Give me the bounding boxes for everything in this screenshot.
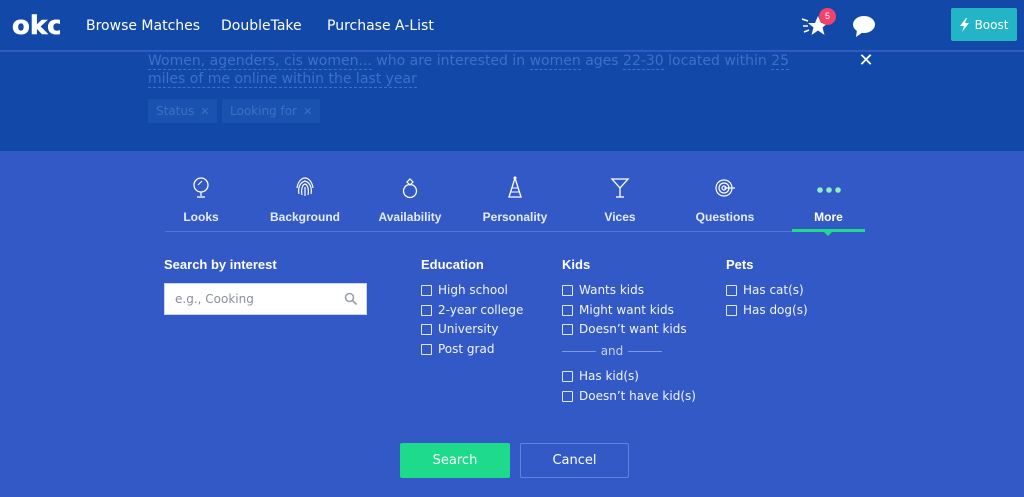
cocktail-icon bbox=[610, 178, 630, 198]
cancel-button[interactable]: Cancel bbox=[520, 443, 629, 478]
checkbox[interactable] bbox=[421, 343, 432, 355]
summary-gender[interactable]: Women, agenders, cis women... bbox=[148, 53, 372, 70]
nav-doubletake[interactable]: DoubleTake bbox=[221, 18, 302, 34]
okc-logo[interactable]: okc bbox=[12, 11, 60, 39]
pets-option[interactable]: Has cat(s) bbox=[726, 283, 804, 297]
checkbox[interactable] bbox=[562, 370, 573, 382]
interest-search-input[interactable] bbox=[165, 284, 344, 314]
kids-option[interactable]: Has kid(s) bbox=[562, 369, 639, 383]
and-divider: and bbox=[562, 344, 662, 358]
boost-label: Boost bbox=[974, 17, 1009, 32]
notification-badge: 5 bbox=[819, 8, 836, 25]
active-tab-caret bbox=[824, 232, 832, 236]
chip-looking-for[interactable]: Looking for ✕ bbox=[222, 99, 321, 123]
search-button[interactable]: Search bbox=[400, 443, 510, 478]
nav-purchase-alist[interactable]: Purchase A-List bbox=[327, 18, 434, 34]
tab-background[interactable]: Background bbox=[265, 172, 345, 232]
education-option[interactable]: 2-year college bbox=[421, 303, 523, 317]
interest-search-box bbox=[164, 283, 367, 315]
checkbox[interactable] bbox=[562, 323, 573, 335]
education-option[interactable]: University bbox=[421, 322, 499, 336]
kids-title: Kids bbox=[562, 257, 591, 272]
summary-interest[interactable]: women bbox=[529, 53, 581, 70]
education-title: Education bbox=[421, 257, 484, 272]
close-icon[interactable]: ✕ bbox=[857, 50, 875, 70]
tab-availability[interactable]: Availability bbox=[370, 172, 450, 232]
target-icon bbox=[715, 179, 735, 197]
chip-remove-icon[interactable]: ✕ bbox=[200, 105, 209, 118]
tab-questions[interactable]: Questions bbox=[685, 172, 765, 232]
svg-text:okc: okc bbox=[12, 11, 60, 39]
tab-label: Questions bbox=[695, 210, 755, 224]
tab-label: Vices bbox=[604, 210, 636, 224]
mirror-icon bbox=[193, 177, 209, 198]
search-summary-text[interactable]: Women, agenders, cis women... who are in… bbox=[148, 52, 828, 88]
search-icon[interactable] bbox=[344, 292, 358, 306]
tab-label: Availability bbox=[378, 210, 442, 224]
boost-button[interactable]: Boost bbox=[951, 8, 1017, 41]
chip-looking-label: Looking for bbox=[230, 104, 297, 118]
fingerprint-icon bbox=[296, 177, 314, 196]
ring-icon bbox=[402, 178, 418, 199]
filter-tabs: Looks Background Availability Personalit… bbox=[165, 172, 865, 236]
education-option[interactable]: Post grad bbox=[421, 342, 494, 356]
tab-more[interactable]: More bbox=[792, 172, 865, 232]
tab-looks[interactable]: Looks bbox=[165, 172, 237, 232]
checkbox[interactable] bbox=[421, 304, 432, 316]
checkbox[interactable] bbox=[726, 304, 737, 316]
education-option[interactable]: High school bbox=[421, 283, 508, 297]
kids-option[interactable]: Might want kids bbox=[562, 303, 674, 317]
chip-remove-icon[interactable]: ✕ bbox=[303, 105, 312, 118]
kids-option[interactable]: Doesn’t have kid(s) bbox=[562, 389, 696, 403]
pets-option[interactable]: Has dog(s) bbox=[726, 303, 808, 317]
interest-title: Search by interest bbox=[164, 257, 277, 272]
party-hat-icon bbox=[508, 176, 522, 198]
checkbox[interactable] bbox=[562, 390, 573, 402]
kids-option[interactable]: Doesn’t want kids bbox=[562, 322, 687, 336]
chip-status-label: Status bbox=[156, 104, 195, 118]
checkbox[interactable] bbox=[726, 284, 737, 296]
chat-bubble-icon[interactable] bbox=[852, 14, 876, 38]
nav-browse-matches[interactable]: Browse Matches bbox=[86, 18, 200, 34]
checkbox[interactable] bbox=[421, 284, 432, 296]
tab-label: Looks bbox=[183, 210, 219, 224]
divider-line bbox=[628, 351, 662, 352]
pets-title: Pets bbox=[726, 257, 754, 272]
tab-vices[interactable]: Vices bbox=[580, 172, 660, 232]
tab-label: Personality bbox=[482, 210, 548, 224]
dots-icon bbox=[816, 187, 841, 193]
checkbox[interactable] bbox=[421, 323, 432, 335]
chip-status[interactable]: Status ✕ bbox=[148, 99, 218, 123]
tab-label: More bbox=[814, 210, 843, 224]
summary-ages[interactable]: 22-30 bbox=[623, 53, 664, 70]
summary-online[interactable]: online within the last year bbox=[234, 71, 417, 88]
lightning-icon bbox=[959, 17, 969, 32]
checkbox[interactable] bbox=[562, 304, 573, 316]
tab-label: Background bbox=[269, 210, 340, 224]
top-nav: okc Browse Matches DoubleTake Purchase A… bbox=[0, 0, 1024, 51]
tab-personality[interactable]: Personality bbox=[475, 172, 555, 232]
checkbox[interactable] bbox=[562, 284, 573, 296]
kids-option[interactable]: Wants kids bbox=[562, 283, 644, 297]
